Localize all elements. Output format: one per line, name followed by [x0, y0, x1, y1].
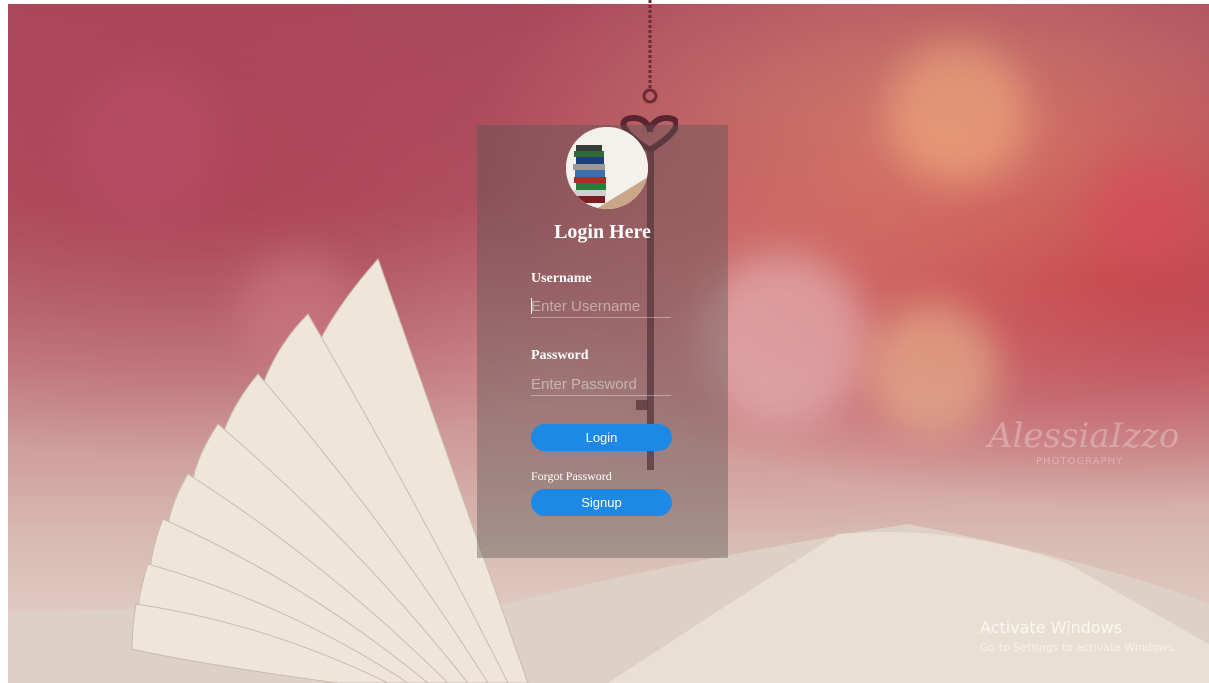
books-stack-icon: [566, 127, 648, 209]
signup-button[interactable]: Signup: [531, 489, 672, 516]
password-label: Password: [531, 348, 589, 363]
activate-windows-title: Activate Windows: [980, 618, 1123, 637]
username-label: Username: [531, 271, 592, 286]
login-button[interactable]: Login: [531, 424, 672, 451]
activate-windows-notice: Activate Windows Go to Settings to activ…: [980, 618, 1177, 654]
login-panel: Login Here Username Password Login Forgo…: [477, 125, 728, 558]
photo-watermark-sub: PHOTOGRAPHY: [1036, 456, 1124, 467]
password-input[interactable]: [531, 373, 671, 396]
username-input[interactable]: [531, 295, 671, 318]
text-caret: [531, 298, 532, 314]
page-title: Login Here: [554, 221, 651, 243]
photo-watermark: AlessiaIzzo: [988, 416, 1180, 456]
activate-windows-subtitle: Go to Settings to activate Windows.: [980, 641, 1178, 654]
forgot-password-link[interactable]: Forgot Password: [531, 469, 612, 484]
